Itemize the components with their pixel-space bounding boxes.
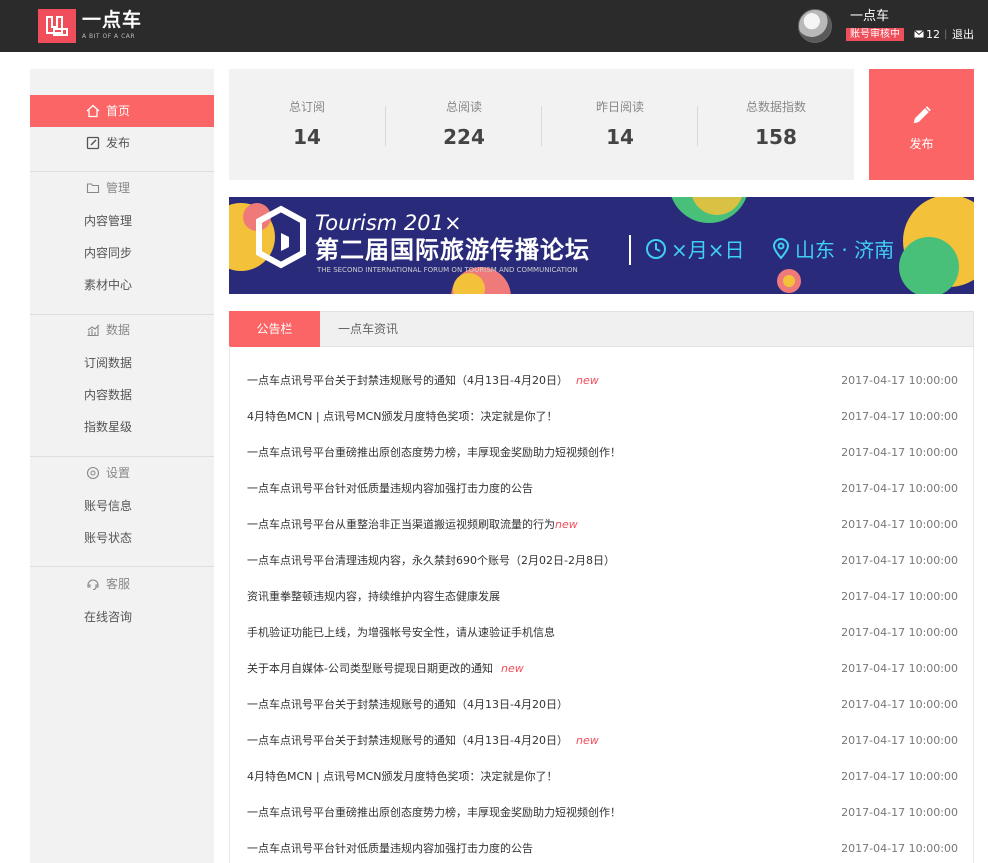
publish-label: 发布 (909, 137, 934, 151)
banner-location: 山东 · 济南 (795, 238, 895, 262)
location-icon (772, 238, 790, 260)
stat-label: 昨日阅读 (595, 100, 644, 114)
sidebar-section-settings: 设置 (30, 457, 214, 489)
sidebar-item-media-center[interactable]: 素材中心 (84, 269, 132, 301)
publish-button[interactable]: 发布 (869, 69, 974, 180)
stat-label: 总数据指数 (745, 100, 806, 114)
section-title: 客服 (106, 577, 131, 591)
edit-icon (86, 136, 100, 150)
notice-row[interactable]: 一点车点讯号平台清理违规内容，永久禁封690个账号（2月02日-2月8日） 201… (230, 526, 973, 567)
sidebar-item-label: 发布 (106, 136, 131, 150)
sidebar-section-support: 客服 (30, 568, 214, 600)
forum-banner[interactable]: Tourism 201× 第二届国际旅游传播论坛 THE SECOND INTE… (229, 197, 974, 294)
stat-total-subscribe: 总订阅 14 (229, 69, 385, 180)
notice-date: 2017-04-17 10:00:00 (841, 842, 958, 855)
stat-value: 14 (293, 125, 321, 149)
stat-value: 224 (443, 125, 485, 149)
stat-total-read: 总阅读 224 (386, 69, 542, 180)
logo-icon[interactable] (38, 9, 76, 43)
notice-row[interactable]: 一点车点讯号平台重磅推出原创态度势力榜，丰厚现金奖励助力短视频创作！ 2017-0… (230, 778, 973, 819)
pencil-icon (912, 104, 933, 125)
sidebar-divider (30, 566, 214, 567)
sidebar-item-subscribe-data[interactable]: 订阅数据 (84, 347, 132, 379)
stat-label: 总阅读 (445, 100, 482, 114)
sidebar-item-online-consult[interactable]: 在线咨询 (84, 601, 132, 633)
section-title: 数据 (106, 323, 131, 337)
notice-row[interactable]: 关于本月自媒体-公司类型账号提现日期更改的通知 new 2017-04-17 10:… (230, 634, 973, 675)
tab-news[interactable]: 一点车资讯 (320, 311, 416, 347)
sidebar-item-account-status[interactable]: 账号状态 (84, 522, 132, 554)
notice-row[interactable]: 一点车点讯号平台关于封禁违规账号的通知（4月13日-4月20日） 2017-04-… (230, 670, 973, 711)
notice-row[interactable]: 4月特色MCN | 点讯号MCN颁发月度特色奖项：决定就是你了！ 2017-04-… (230, 382, 973, 423)
stat-value: 158 (755, 125, 797, 149)
notice-list: 一点车点讯号平台关于封禁违规账号的通知（4月13日-4月20日） new 2017-… (229, 346, 974, 863)
stat-value: 14 (606, 125, 634, 149)
banner-divider (629, 235, 631, 265)
notice-title[interactable]: 一点车点讯号平台针对低质量违规内容加强打击力度的公告 (247, 842, 533, 856)
sidebar-item-home[interactable]: 首页 (30, 95, 214, 127)
sidebar: 首页 发布 管理 内容管理 内容同步 素材中心 数据 订阅数据 内容数据 指数星… (30, 69, 214, 863)
sidebar-section-manage: 管理 (30, 172, 214, 204)
top-bar: 一点车 A BIT OF A CAR 一点车 账号审核中 12 | 退出 (0, 0, 988, 52)
sidebar-item-content-sync[interactable]: 内容同步 (84, 237, 132, 269)
notice-row[interactable]: 一点车点讯号平台重磅推出原创态度势力榜，丰厚现金奖励助力短视频创作！ 2017-0… (230, 418, 973, 459)
notice-row[interactable]: 手机验证功能已上线，为增强帐号安全性，请从速验证手机信息 2017-04-17 1… (230, 598, 973, 639)
notice-row[interactable]: 资讯重拳整顿违规内容，持续维护内容生态健康发展 2017-04-17 10:00:… (230, 562, 973, 603)
banner-subtitle: THE SECOND INTERNATIONAL FORUM ON TOURIS… (317, 266, 578, 274)
notice-row[interactable]: 一点车点讯号平台从重整治非正当渠道搬运视频刷取流量的行为new 2017-04-1… (230, 490, 973, 531)
clock-icon (646, 239, 666, 259)
notice-row[interactable]: 一点车点讯号平台针对低质量违规内容加强打击力度的公告 2017-04-17 10:… (230, 454, 973, 495)
section-title: 管理 (106, 181, 131, 195)
notice-row[interactable]: 一点车点讯号平台针对低质量违规内容加强打击力度的公告 2017-04-17 10:… (230, 814, 973, 855)
folder-icon (86, 183, 100, 194)
notice-tabs: 公告栏 一点车资讯 (229, 311, 974, 347)
tab-bulletin[interactable]: 公告栏 (229, 311, 320, 347)
stat-data-index: 总数据指数 158 (698, 69, 854, 180)
chart-icon (87, 324, 100, 337)
banner-date: ×月×日 (671, 238, 745, 262)
stats-panel: 总订阅 14 总阅读 224 昨日阅读 14 总数据指数 158 (229, 69, 854, 180)
logo-tagline: A BIT OF A CAR (82, 33, 136, 40)
mail-count[interactable]: 12 (926, 28, 940, 41)
headset-icon (87, 579, 99, 591)
header-separator: | (944, 29, 948, 40)
notice-row[interactable]: 一点车点讯号平台关于封禁违规账号的通知（4月13日-4月20日） new 2017-… (230, 346, 973, 387)
banner-title-en: Tourism 201× (315, 211, 462, 235)
sidebar-item-label: 首页 (106, 104, 131, 118)
logo-text: 一点车 (82, 9, 143, 31)
notice-title-text: 一点车点讯号平台针对低质量违规内容加强打击力度的公告 (247, 842, 533, 855)
sidebar-item-content-data[interactable]: 内容数据 (84, 379, 132, 411)
sidebar-section-data: 数据 (30, 314, 214, 346)
sidebar-item-content-manage[interactable]: 内容管理 (84, 205, 132, 237)
section-title: 设置 (106, 466, 131, 480)
avatar[interactable] (798, 9, 832, 43)
sidebar-item-account-info[interactable]: 账号信息 (84, 490, 132, 522)
stat-label: 总订阅 (288, 100, 325, 114)
home-icon (86, 104, 100, 118)
stat-yesterday-read: 昨日阅读 14 (542, 69, 698, 180)
user-name[interactable]: 一点车 (850, 9, 889, 25)
notice-row[interactable]: 4月特色MCN | 点讯号MCN颁发月度特色奖项：决定就是你了！ 2017-04-… (230, 742, 973, 783)
notice-row[interactable]: 一点车点讯号平台关于封禁违规账号的通知（4月13日-4月20日） new 2017-… (230, 706, 973, 747)
status-badge: 账号审核中 (846, 28, 904, 41)
banner-title-cn: 第二届国际旅游传播论坛 (315, 236, 590, 264)
logout-link[interactable]: 退出 (952, 28, 974, 41)
sidebar-item-publish[interactable]: 发布 (30, 127, 214, 159)
sidebar-item-index-rating[interactable]: 指数星级 (84, 411, 132, 443)
mail-icon[interactable] (914, 30, 924, 38)
settings-icon (86, 466, 100, 480)
